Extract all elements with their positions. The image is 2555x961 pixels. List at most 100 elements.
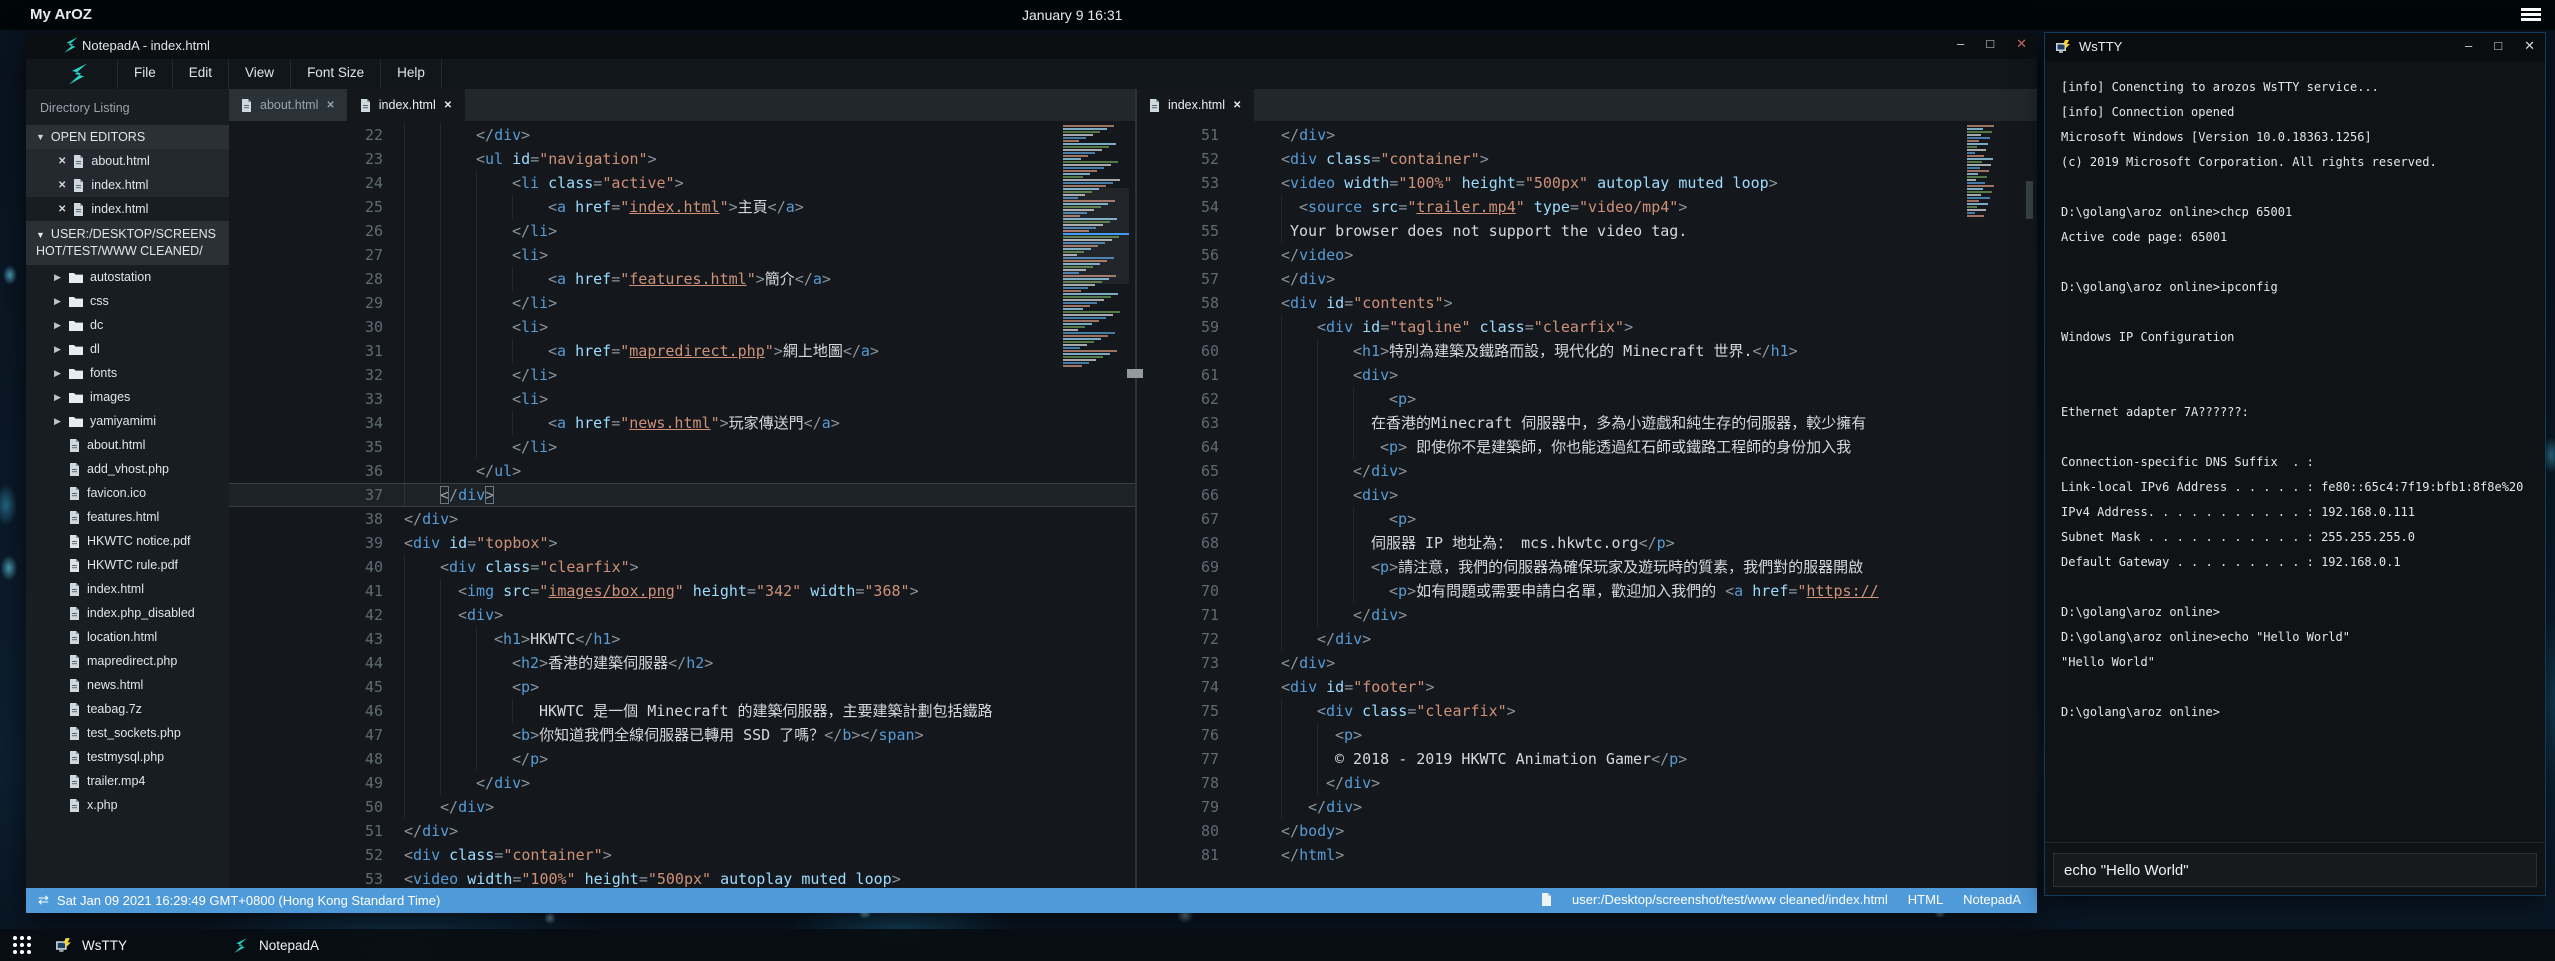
close-tab-icon[interactable]: ✕ xyxy=(444,100,452,111)
code-line-40[interactable]: 40<div class="clearfix"> xyxy=(229,555,1135,579)
sidebar-file-HKWTC-notice-pdf[interactable]: HKWTC notice.pdf xyxy=(26,529,229,553)
sidebar-file-test-sockets-php[interactable]: test_sockets.php xyxy=(26,721,229,745)
minimize-icon[interactable]: – xyxy=(2465,38,2472,54)
close-tab-icon[interactable]: ✕ xyxy=(1233,100,1241,111)
hamburger-icon[interactable] xyxy=(2521,8,2541,22)
close-file-icon[interactable]: ✕ xyxy=(56,204,66,215)
code-line-50[interactable]: 50</div> xyxy=(229,795,1135,819)
code-line-52[interactable]: 52<div class="container"> xyxy=(229,843,1135,867)
maximize-icon[interactable]: □ xyxy=(2494,38,2502,54)
open-editor-row[interactable]: ✕index.html xyxy=(26,173,229,197)
sidebar-folder-css[interactable]: ▶css xyxy=(26,289,229,313)
code-line-80[interactable]: 80</body> xyxy=(1137,819,2037,843)
status-filepath[interactable]: user:/Desktop/screenshot/test/www cleane… xyxy=(1572,892,1888,907)
code-line-42[interactable]: 42<div> xyxy=(229,603,1135,627)
menu-item-edit[interactable]: Edit xyxy=(172,59,229,89)
sidebar-file-add-vhost-php[interactable]: add_vhost.php xyxy=(26,457,229,481)
sidebar-file-news-html[interactable]: news.html xyxy=(26,673,229,697)
editor-pane-left[interactable]: 22</div>23<ul id="navigation">24<li clas… xyxy=(229,121,1135,888)
taskbar-item-wstty[interactable]: WsTTY xyxy=(55,929,127,961)
code-line-25[interactable]: 25<a href="index.html">主頁</a> xyxy=(229,195,1135,219)
code-line-36[interactable]: 36</ul> xyxy=(229,459,1135,483)
code-line-32[interactable]: 32</li> xyxy=(229,363,1135,387)
open-editor-row[interactable]: ✕about.html xyxy=(26,149,229,173)
sidebar-folder-autostation[interactable]: ▶autostation xyxy=(26,265,229,289)
code-line-51[interactable]: 51</div> xyxy=(1137,123,2037,147)
code-line-51[interactable]: 51</div> xyxy=(229,819,1135,843)
code-line-57[interactable]: 57</div> xyxy=(1137,267,2037,291)
code-line-55[interactable]: 55Your browser does not support the vide… xyxy=(1137,219,2037,243)
code-line-43[interactable]: 43<h1>HKWTC</h1> xyxy=(229,627,1135,651)
code-line-39[interactable]: 39<div id="topbox"> xyxy=(229,531,1135,555)
code-line-70[interactable]: 70<p>如有問題或需要申請白名單，歡迎加入我們的 <a href="https… xyxy=(1137,579,2037,603)
code-line-46[interactable]: 46HKWTC 是一個 Minecraft 的建築伺服器，主要建築計劃包括鐵路 xyxy=(229,699,1135,723)
status-language[interactable]: HTML xyxy=(1908,892,1943,907)
menu-item-font-size[interactable]: Font Size xyxy=(290,59,381,89)
close-file-icon[interactable]: ✕ xyxy=(56,180,66,191)
code-line-78[interactable]: 78</div> xyxy=(1137,771,2037,795)
code-line-37[interactable]: 37</div> xyxy=(229,483,1135,507)
code-line-59[interactable]: 59<div id="tagline" class="clearfix"> xyxy=(1137,315,2037,339)
code-line-29[interactable]: 29</li> xyxy=(229,291,1135,315)
code-line-62[interactable]: 62<p> xyxy=(1137,387,2037,411)
code-line-53[interactable]: 53<video width="100%" height="500px" aut… xyxy=(1137,171,2037,195)
code-line-72[interactable]: 72</div> xyxy=(1137,627,2037,651)
code-line-45[interactable]: 45<p> xyxy=(229,675,1135,699)
maximize-icon[interactable]: □ xyxy=(1986,36,1994,52)
code-line-30[interactable]: 30<li> xyxy=(229,315,1135,339)
code-line-23[interactable]: 23<ul id="navigation"> xyxy=(229,147,1135,171)
code-line-66[interactable]: 66<div> xyxy=(1137,483,2037,507)
code-line-24[interactable]: 24<li class="active"> xyxy=(229,171,1135,195)
code-line-63[interactable]: 63在香港的Minecraft 伺服器中，多為小遊戲和純生存的伺服器，較少擁有 xyxy=(1137,411,2037,435)
minimize-icon[interactable]: – xyxy=(1957,36,1964,52)
sidebar-file-x-php[interactable]: x.php xyxy=(26,793,229,817)
code-line-71[interactable]: 71</div> xyxy=(1137,603,2037,627)
sidebar-folder-yamiyamimi[interactable]: ▶yamiyamimi xyxy=(26,409,229,433)
code-line-27[interactable]: 27<li> xyxy=(229,243,1135,267)
code-line-49[interactable]: 49</div> xyxy=(229,771,1135,795)
split-drag-handle[interactable] xyxy=(1127,369,1143,378)
close-file-icon[interactable]: ✕ xyxy=(56,156,66,167)
code-line-77[interactable]: 77© 2018 - 2019 HKWTC Animation Gamer</p… xyxy=(1137,747,2037,771)
code-line-68[interactable]: 68伺服器 IP 地址為： mcs.hkwtc.org</p> xyxy=(1137,531,2037,555)
tab-index.html[interactable]: index.html✕ xyxy=(1137,89,1254,121)
code-line-31[interactable]: 31<a href="mapredirect.php">網上地圖</a> xyxy=(229,339,1135,363)
code-line-28[interactable]: 28<a href="features.html">簡介</a> xyxy=(229,267,1135,291)
minimap[interactable] xyxy=(1967,125,1997,218)
sidebar-folder-images[interactable]: ▶images xyxy=(26,385,229,409)
sidebar-file-about-html[interactable]: about.html xyxy=(26,433,229,457)
code-line-76[interactable]: 76<p> xyxy=(1137,723,2037,747)
code-line-58[interactable]: 58<div id="contents"> xyxy=(1137,291,2037,315)
sidebar-file-mapredirect-php[interactable]: mapredirect.php xyxy=(26,649,229,673)
sidebar-folder-dl[interactable]: ▶dl xyxy=(26,337,229,361)
code-line-75[interactable]: 75<div class="clearfix"> xyxy=(1137,699,2037,723)
code-line-26[interactable]: 26</li> xyxy=(229,219,1135,243)
sidebar-file-index-html[interactable]: index.html xyxy=(26,577,229,601)
code-line-35[interactable]: 35</li> xyxy=(229,435,1135,459)
code-line-33[interactable]: 33<li> xyxy=(229,387,1135,411)
code-line-69[interactable]: 69<p>請注意，我們的伺服器為確保玩家及遊玩時的質素，我們對的服器開啟 xyxy=(1137,555,2037,579)
code-line-61[interactable]: 61<div> xyxy=(1137,363,2037,387)
sidebar-file-index-php-disabled[interactable]: index.php_disabled xyxy=(26,601,229,625)
notepada-titlebar[interactable]: NotepadA - index.html – □ ✕ xyxy=(26,33,2037,59)
close-tab-icon[interactable]: ✕ xyxy=(326,100,334,111)
sidebar-file-features-html[interactable]: features.html xyxy=(26,505,229,529)
code-line-73[interactable]: 73</div> xyxy=(1137,651,2037,675)
code-line-38[interactable]: 38</div> xyxy=(229,507,1135,531)
code-line-53[interactable]: 53<video width="100%" height="500px" aut… xyxy=(229,867,1135,888)
code-line-56[interactable]: 56</video> xyxy=(1137,243,2037,267)
open-editors-section[interactable]: ▼ OPEN EDITORS xyxy=(26,125,229,149)
code-line-74[interactable]: 74<div id="footer"> xyxy=(1137,675,2037,699)
scrollbar-thumb[interactable] xyxy=(2026,181,2033,219)
code-line-67[interactable]: 67<p> xyxy=(1137,507,2037,531)
tab-about.html[interactable]: about.html✕ xyxy=(229,89,348,121)
code-line-64[interactable]: 64<p> 即使你不是建築師，你也能透過紅石師或鐵路工程師的身份加入我 xyxy=(1137,435,2037,459)
sidebar-file-trailer-mp4[interactable]: trailer.mp4 xyxy=(26,769,229,793)
minimap[interactable] xyxy=(1063,125,1129,368)
taskbar-item-notepada[interactable]: NotepadA xyxy=(232,929,319,961)
code-line-65[interactable]: 65</div> xyxy=(1137,459,2037,483)
sidebar-file-favicon-ico[interactable]: favicon.ico xyxy=(26,481,229,505)
menu-item-view[interactable]: View xyxy=(228,59,291,89)
close-icon[interactable]: ✕ xyxy=(2016,36,2027,52)
sidebar-folder-dc[interactable]: ▶dc xyxy=(26,313,229,337)
